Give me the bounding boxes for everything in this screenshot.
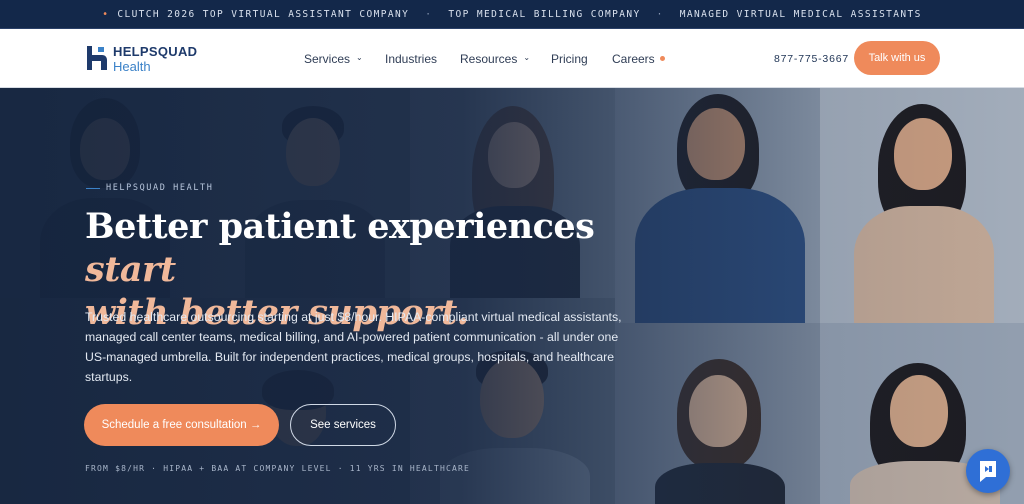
logo-subtitle: Health bbox=[113, 59, 151, 74]
eyebrow-text: HELPSQUAD HEALTH bbox=[106, 183, 214, 193]
site-header: HELPSQUAD Health Services ⌄ Industries R… bbox=[0, 29, 1024, 88]
nav-label: Resources bbox=[460, 51, 518, 66]
chat-launcher-icon bbox=[980, 461, 996, 482]
chevron-down-icon: ⌄ bbox=[356, 53, 363, 62]
headline-accent: start bbox=[85, 249, 176, 290]
careers-indicator-dot bbox=[660, 56, 665, 61]
announcement-bar: • CLUTCH 2026 TOP VIRTUAL ASSISTANT COMP… bbox=[0, 0, 1024, 29]
announcement-bullet: • bbox=[102, 8, 110, 20]
nav-label: Industries bbox=[385, 51, 438, 66]
nav-label: Pricing bbox=[551, 51, 588, 66]
logo[interactable]: HELPSQUAD Health bbox=[86, 42, 206, 76]
announcement-item: MANAGED VIRTUAL MEDICAL ASSISTANTS bbox=[679, 8, 922, 20]
hero-facts: FROM $8/HR · HIPAA + BAA AT COMPANY LEVE… bbox=[85, 464, 471, 473]
nav-item-careers[interactable]: Careers bbox=[612, 29, 655, 88]
nav-label: Careers bbox=[612, 51, 655, 66]
announcement-item: CLUTCH 2026 TOP VIRTUAL ASSISTANT COMPAN… bbox=[117, 8, 410, 20]
chevron-down-icon: ⌄ bbox=[523, 53, 531, 62]
eyebrow-rule bbox=[86, 187, 100, 189]
hero-description: Trusted healthcare outsourcing starting … bbox=[85, 310, 622, 384]
hero-section: HELPSQUAD HEALTH Better patient experien… bbox=[0, 88, 1024, 504]
phone-link[interactable]: 877-775-3667 bbox=[774, 29, 849, 88]
nav-item-pricing[interactable]: Pricing bbox=[551, 29, 588, 88]
announcement-separator: · bbox=[425, 8, 433, 20]
hero-eyebrow: HELPSQUAD HEALTH bbox=[86, 183, 213, 193]
logo-wordmark: HELPSQUAD bbox=[113, 44, 198, 59]
talk-with-us-button[interactable]: Talk with us bbox=[854, 41, 940, 75]
nav-item-resources[interactable]: Resources ⌄ bbox=[460, 29, 530, 88]
headline-text: Better patient experiences bbox=[85, 206, 595, 247]
nav-label: Services bbox=[304, 51, 351, 66]
schedule-consultation-button[interactable]: Schedule a free consultation → bbox=[84, 404, 279, 446]
announcement-separator: · bbox=[656, 8, 664, 20]
chat-launcher-button[interactable] bbox=[966, 449, 1010, 493]
nav-item-services[interactable]: Services ⌄ bbox=[304, 29, 363, 88]
see-services-button[interactable]: See services bbox=[290, 404, 396, 446]
announcement-item: TOP MEDICAL BILLING COMPANY bbox=[448, 8, 641, 20]
nav-item-industries[interactable]: Industries bbox=[385, 29, 437, 88]
helpsquad-logo-icon bbox=[87, 46, 107, 70]
